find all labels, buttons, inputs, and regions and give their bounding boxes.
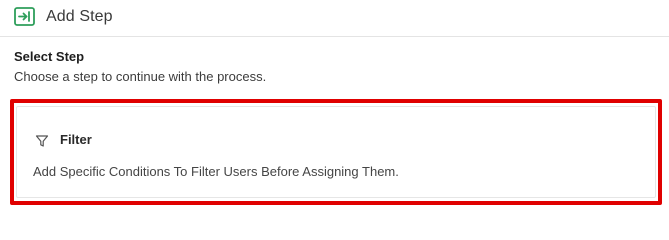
section-description: Choose a step to continue with the proce… bbox=[14, 69, 267, 84]
dialog-header: Add Step bbox=[0, 0, 669, 37]
dialog-title: Add Step bbox=[46, 8, 113, 25]
filter-icon bbox=[35, 134, 49, 148]
section-title: Select Step bbox=[14, 49, 85, 64]
step-title: Filter bbox=[60, 132, 92, 147]
step-description: Add Specific Conditions To Filter Users … bbox=[33, 164, 399, 179]
step-enter-icon bbox=[14, 7, 35, 26]
step-card-filter[interactable]: Filter Add Specific Conditions To Filter… bbox=[16, 106, 656, 198]
